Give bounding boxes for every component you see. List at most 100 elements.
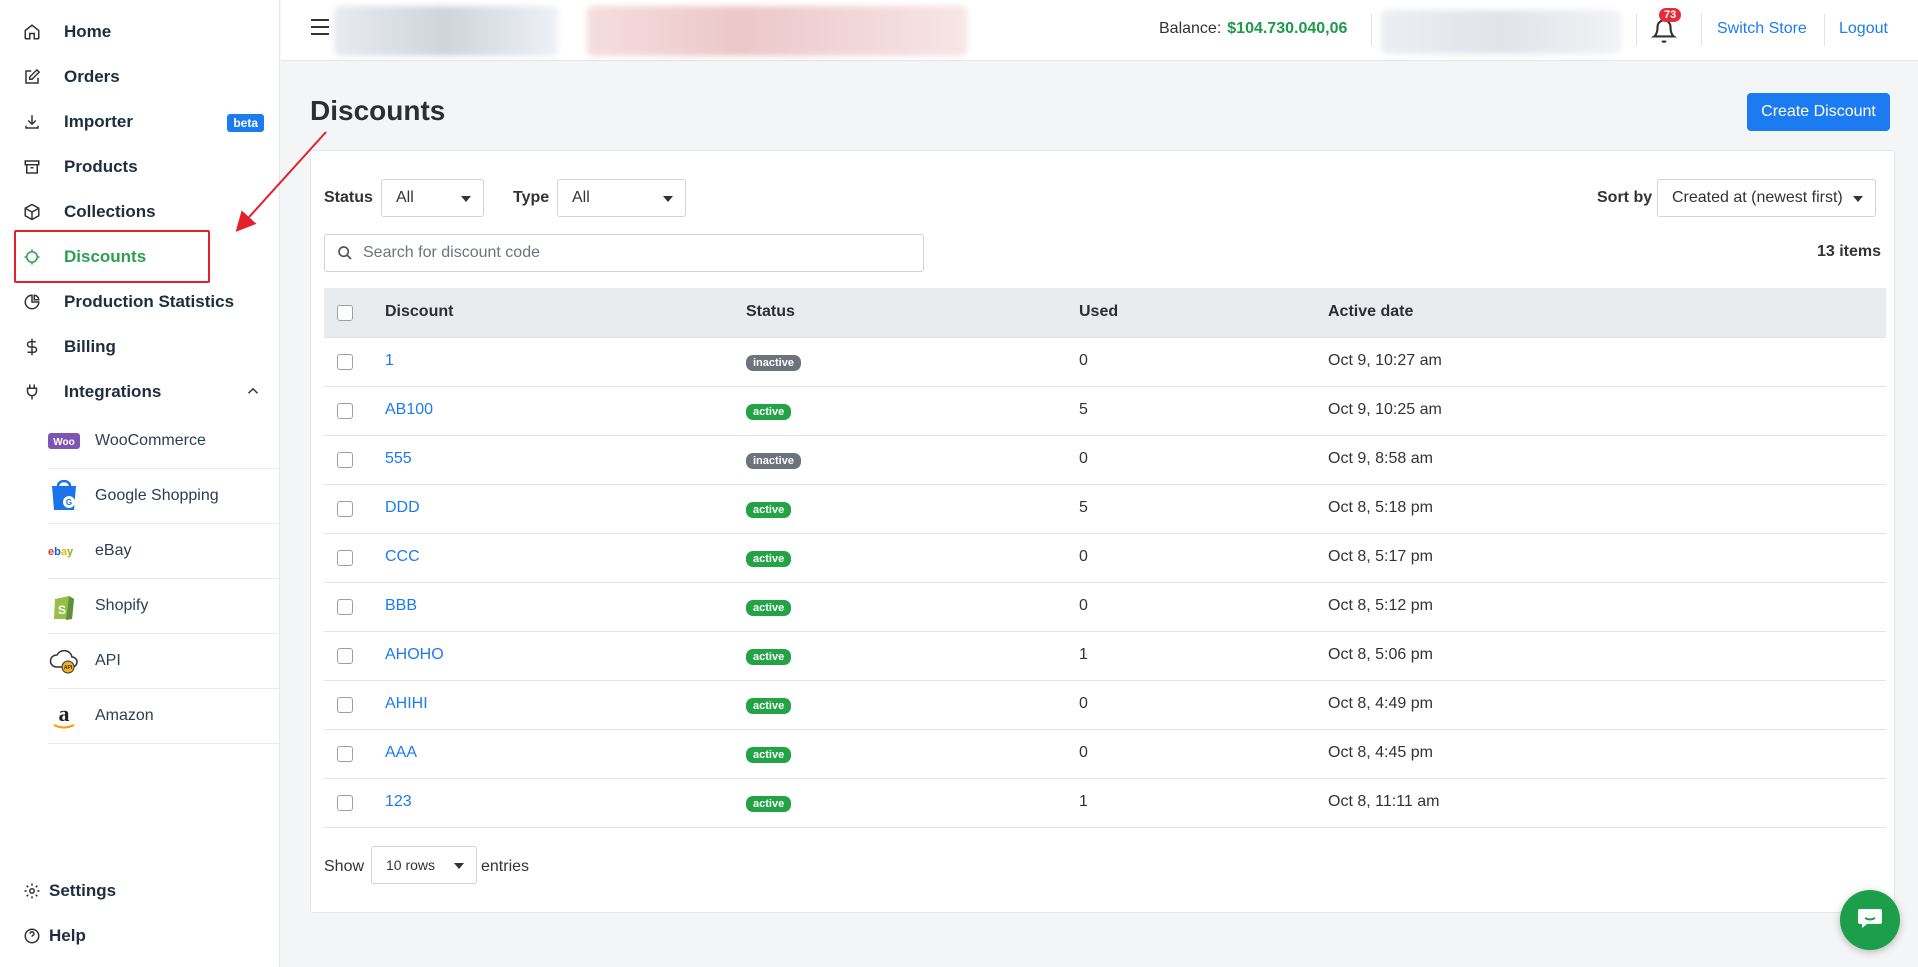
column-header-status[interactable]: Status bbox=[746, 303, 795, 321]
active-date: Oct 8, 11:11 am bbox=[1328, 793, 1440, 810]
integration-amazon[interactable]: a Amazon bbox=[48, 689, 280, 744]
discount-code-link[interactable]: AAA bbox=[385, 744, 417, 762]
row-checkbox[interactable] bbox=[337, 452, 353, 468]
caret-down-icon bbox=[1853, 196, 1863, 202]
discount-code-link[interactable]: BBB bbox=[385, 597, 417, 615]
sidebar-item-label: Discounts bbox=[64, 247, 147, 266]
table-row[interactable]: AAA active 0 Oct 8, 4:45 pm bbox=[324, 730, 1886, 779]
used-count: 0 bbox=[1079, 695, 1088, 712]
table-row[interactable]: CCC active 0 Oct 8, 5:17 pm bbox=[324, 534, 1886, 583]
discount-code-link[interactable]: 555 bbox=[385, 450, 412, 468]
discounts-card: Status All Type All Sort by Created at (… bbox=[310, 150, 1895, 913]
status-filter-select[interactable]: All bbox=[381, 179, 484, 217]
google-shopping-icon: G bbox=[48, 480, 80, 512]
sidebar-item-integrations[interactable]: Integrations bbox=[0, 370, 280, 414]
menu-icon[interactable] bbox=[311, 19, 329, 35]
table-row[interactable]: 123 active 1 Oct 8, 11:11 am bbox=[324, 779, 1886, 828]
discount-code-link[interactable]: 1 bbox=[385, 352, 394, 370]
edit-icon bbox=[22, 67, 42, 87]
sidebar-item-collections[interactable]: Collections bbox=[0, 190, 280, 234]
sidebar-item-settings[interactable]: Settings bbox=[0, 869, 280, 913]
sidebar-item-products[interactable]: Products bbox=[0, 145, 280, 189]
integration-label: API bbox=[95, 652, 121, 669]
plug-icon bbox=[22, 382, 42, 402]
row-checkbox[interactable] bbox=[337, 648, 353, 664]
svg-text:API: API bbox=[64, 665, 73, 671]
integration-label: WooCommerce bbox=[95, 432, 206, 449]
amazon-icon: a bbox=[48, 700, 80, 732]
used-count: 5 bbox=[1079, 499, 1088, 516]
integration-shopify[interactable]: S Shopify bbox=[48, 579, 280, 634]
integration-ebay[interactable]: ebay eBay bbox=[48, 524, 280, 579]
discount-code-link[interactable]: AHOHO bbox=[385, 646, 444, 664]
used-count: 0 bbox=[1079, 548, 1088, 565]
discount-code-link[interactable]: AHIHI bbox=[385, 695, 428, 713]
switch-store-link[interactable]: Switch Store bbox=[1717, 20, 1807, 38]
discount-code-link[interactable]: AB100 bbox=[385, 401, 433, 419]
search-input[interactable] bbox=[363, 236, 913, 270]
integration-google-shopping[interactable]: G Google Shopping bbox=[48, 469, 280, 524]
integration-woocommerce[interactable]: Woo WooCommerce bbox=[48, 414, 280, 469]
status-badge: active bbox=[746, 600, 792, 616]
balance-label: Balance: bbox=[1159, 20, 1222, 37]
sidebar-item-production-statistics[interactable]: Production Statistics bbox=[0, 280, 280, 324]
table-row[interactable]: BBB active 0 Oct 8, 5:12 pm bbox=[324, 583, 1886, 632]
status-badge: active bbox=[746, 502, 792, 518]
row-checkbox[interactable] bbox=[337, 599, 353, 615]
status-filter-value: All bbox=[396, 189, 414, 206]
sort-value: Created at (newest first) bbox=[1672, 189, 1843, 206]
table-row[interactable]: AHOHO active 1 Oct 8, 5:06 pm bbox=[324, 632, 1886, 681]
table-row[interactable]: AB100 active 5 Oct 9, 10:25 am bbox=[324, 387, 1886, 436]
status-filter-label: Status bbox=[324, 189, 373, 206]
caret-down-icon bbox=[663, 196, 673, 202]
select-all-checkbox[interactable] bbox=[337, 305, 353, 321]
used-count: 0 bbox=[1079, 450, 1088, 467]
integration-label: eBay bbox=[95, 542, 132, 559]
sidebar-item-label: Integrations bbox=[64, 382, 162, 401]
sort-select[interactable]: Created at (newest first) bbox=[1657, 179, 1876, 217]
status-badge: active bbox=[746, 649, 792, 665]
row-checkbox[interactable] bbox=[337, 697, 353, 713]
discount-code-link[interactable]: CCC bbox=[385, 548, 420, 566]
sidebar-item-help[interactable]: Help bbox=[0, 914, 280, 958]
row-checkbox[interactable] bbox=[337, 550, 353, 566]
create-discount-button[interactable]: Create Discount bbox=[1747, 93, 1890, 131]
sidebar-item-orders[interactable]: Orders bbox=[0, 55, 280, 99]
row-checkbox[interactable] bbox=[337, 501, 353, 517]
table-row[interactable]: AHIHI active 0 Oct 8, 4:49 pm bbox=[324, 681, 1886, 730]
sidebar-item-importer[interactable]: Importer beta bbox=[0, 100, 280, 144]
row-checkbox[interactable] bbox=[337, 354, 353, 370]
sidebar-item-home[interactable]: Home bbox=[0, 10, 280, 54]
table-row[interactable]: DDD active 5 Oct 8, 5:18 pm bbox=[324, 485, 1886, 534]
balance: Balance: $104.730.040,06 bbox=[1159, 20, 1347, 38]
table-row[interactable]: 1 inactive 0 Oct 9, 10:27 am bbox=[324, 338, 1886, 387]
logout-link[interactable]: Logout bbox=[1839, 20, 1888, 38]
row-checkbox[interactable] bbox=[337, 795, 353, 811]
redacted-banner bbox=[587, 6, 967, 56]
divider bbox=[1636, 14, 1637, 46]
search-box bbox=[324, 234, 924, 272]
rows-per-page-select[interactable]: 10 rows bbox=[371, 846, 477, 884]
type-filter-label: Type bbox=[513, 189, 550, 206]
type-filter-select[interactable]: All bbox=[557, 179, 686, 217]
sidebar-item-discounts[interactable]: Discounts bbox=[0, 235, 280, 279]
status-badge: inactive bbox=[746, 355, 801, 371]
integration-api[interactable]: API API bbox=[48, 634, 280, 689]
type-filter-value: All bbox=[572, 189, 590, 206]
discount-code-link[interactable]: 123 bbox=[385, 793, 412, 811]
chat-button[interactable] bbox=[1840, 890, 1900, 950]
status-badge: active bbox=[746, 404, 792, 420]
table-row[interactable]: 555 inactive 0 Oct 9, 8:58 am bbox=[324, 436, 1886, 485]
caret-down-icon bbox=[461, 196, 471, 202]
status-badge: active bbox=[746, 747, 792, 763]
sidebar-item-billing[interactable]: Billing bbox=[0, 325, 280, 369]
chevron-up-icon[interactable] bbox=[244, 382, 264, 402]
box-icon bbox=[22, 202, 42, 222]
column-header-discount[interactable]: Discount bbox=[385, 303, 453, 321]
column-header-active-date[interactable]: Active date bbox=[1328, 303, 1413, 321]
row-checkbox[interactable] bbox=[337, 403, 353, 419]
row-checkbox[interactable] bbox=[337, 746, 353, 762]
column-header-used[interactable]: Used bbox=[1079, 303, 1118, 321]
discount-code-link[interactable]: DDD bbox=[385, 499, 420, 517]
redacted-account bbox=[1381, 10, 1621, 54]
